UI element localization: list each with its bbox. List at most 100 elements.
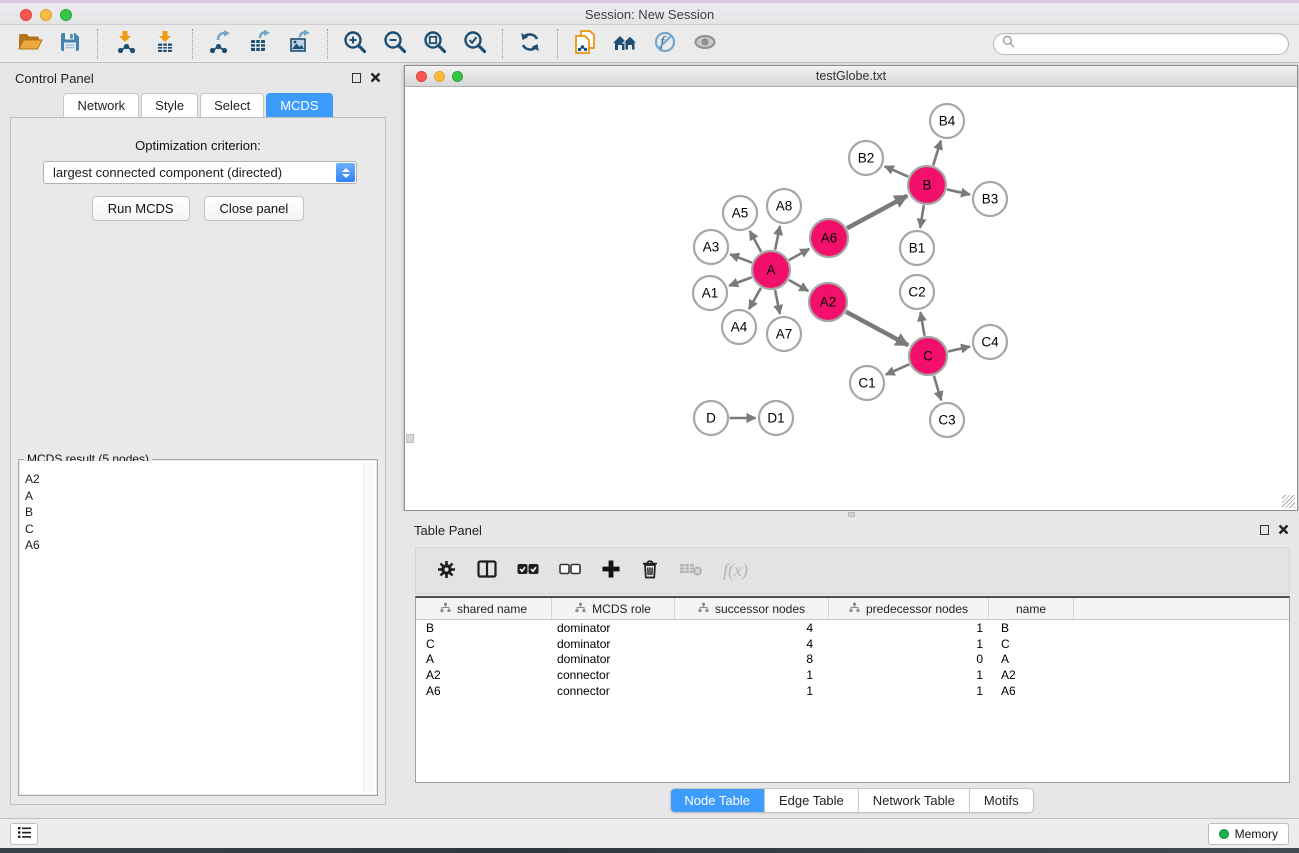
hide-details-button[interactable]: f (645, 27, 685, 61)
mcds-result-item[interactable]: A2 (20, 471, 376, 488)
network-window-titlebar[interactable]: testGlobe.txt (405, 66, 1297, 87)
mcds-result-item[interactable]: B (20, 504, 376, 521)
graph-edge-A-A2[interactable] (789, 280, 809, 291)
canvas-scroll-thumb[interactable] (406, 434, 414, 443)
column-header-predecessor-nodes[interactable]: predecessor nodes (829, 598, 989, 619)
window-resize-grip[interactable] (1282, 495, 1295, 508)
save-session-button[interactable] (50, 27, 90, 61)
graph-edge-A-A4[interactable] (749, 288, 761, 309)
network-zoom-button[interactable] (452, 71, 463, 82)
column-header-MCDS-role[interactable]: MCDS role (552, 598, 675, 619)
home-button[interactable] (605, 27, 645, 61)
graph-edge-A2-C[interactable] (846, 312, 908, 346)
graph-node-A7[interactable]: A7 (767, 317, 801, 351)
graph-node-B4[interactable]: B4 (930, 104, 964, 138)
float-panel-icon[interactable] (352, 73, 361, 83)
close-panel-icon[interactable] (370, 71, 381, 86)
import-network-button[interactable] (105, 27, 145, 61)
table-cell[interactable]: A (989, 652, 1074, 666)
delete-table-button[interactable] (679, 556, 703, 586)
tab-edge-table[interactable]: Edge Table (765, 789, 859, 812)
table-cell[interactable]: connector (552, 684, 675, 698)
search-input[interactable] (1019, 37, 1280, 51)
close-table-panel-icon[interactable] (1278, 523, 1289, 538)
table-row[interactable]: A2connector11A2 (416, 667, 1289, 683)
table-cell[interactable]: 8 (675, 652, 829, 666)
table-cell[interactable]: 1 (675, 668, 829, 682)
table-cell[interactable]: dominator (552, 637, 675, 651)
graph-edge-A-A7[interactable] (775, 290, 780, 314)
mcds-result-item[interactable]: A (20, 488, 376, 505)
table-cell[interactable]: dominator (552, 621, 675, 635)
fx-icon[interactable]: f(x) (723, 560, 748, 581)
tab-node-table[interactable]: Node Table (670, 789, 765, 812)
mcds-result-item[interactable]: C (20, 521, 376, 538)
graph-node-C4[interactable]: C4 (973, 325, 1007, 359)
graph-node-A1[interactable]: A1 (693, 276, 727, 310)
zoom-fit-button[interactable] (415, 27, 455, 61)
table-cell[interactable]: A6 (416, 684, 552, 698)
table-row[interactable]: Bdominator41B (416, 620, 1289, 636)
table-cell[interactable]: 1 (829, 621, 989, 635)
table-cell[interactable]: 4 (675, 637, 829, 651)
table-settings-button[interactable] (436, 556, 457, 586)
table-cell[interactable]: 0 (829, 652, 989, 666)
graph-node-A8[interactable]: A8 (767, 189, 801, 223)
graph-node-C3[interactable]: C3 (930, 403, 964, 437)
memory-button[interactable]: Memory (1208, 823, 1289, 845)
tab-select[interactable]: Select (200, 93, 264, 117)
graph-node-A4[interactable]: A4 (722, 310, 756, 344)
tab-network[interactable]: Network (63, 93, 139, 117)
splitter-handle[interactable] (848, 512, 855, 517)
graph-node-A6[interactable]: A6 (810, 219, 848, 257)
tab-network-table[interactable]: Network Table (859, 789, 970, 812)
import-table-button[interactable] (145, 27, 185, 61)
column-header-shared-name[interactable]: shared name (416, 598, 552, 619)
unselect-all-columns-button[interactable] (559, 556, 581, 586)
graph-edge-A-A3[interactable] (730, 254, 752, 262)
select-all-columns-button[interactable] (517, 556, 539, 586)
zoom-out-button[interactable] (375, 27, 415, 61)
graph-edge-B-B4[interactable] (933, 141, 941, 166)
task-history-button[interactable] (10, 823, 38, 845)
zoom-window-button[interactable] (60, 9, 72, 21)
table-cell[interactable]: dominator (552, 652, 675, 666)
graph-node-D[interactable]: D (694, 401, 728, 435)
table-row[interactable]: Cdominator41C (416, 636, 1289, 652)
duplicate-network-button[interactable] (565, 27, 605, 61)
graph-edge-A-A8[interactable] (775, 226, 780, 250)
export-image-button[interactable] (280, 27, 320, 61)
export-table-button[interactable] (240, 27, 280, 61)
graph-edge-A-A5[interactable] (750, 231, 761, 252)
minimize-window-button[interactable] (40, 9, 52, 21)
table-cell[interactable]: B (989, 621, 1074, 635)
criterion-select[interactable]: largest connected component (directed) (43, 161, 357, 184)
graph-edge-A-A6[interactable] (789, 249, 809, 260)
table-cell[interactable]: B (416, 621, 552, 635)
table-cell[interactable]: A2 (416, 668, 552, 682)
tab-style[interactable]: Style (141, 93, 198, 117)
network-close-button[interactable] (416, 71, 427, 82)
result-scrollbar[interactable] (363, 462, 375, 793)
column-header-successor-nodes[interactable]: successor nodes (675, 598, 829, 619)
horizontal-splitter[interactable] (404, 511, 1298, 518)
graph-node-A5[interactable]: A5 (723, 196, 757, 230)
graph-node-A2[interactable]: A2 (809, 283, 847, 321)
graph-node-A3[interactable]: A3 (694, 230, 728, 264)
table-row[interactable]: A6connector11A6 (416, 683, 1289, 699)
graph-edge-C-C2[interactable] (920, 312, 924, 336)
graph-node-A[interactable]: A (752, 251, 790, 289)
graph-edge-B-B3[interactable] (947, 189, 970, 194)
graph-edge-B-B2[interactable] (885, 166, 909, 176)
graph-node-B[interactable]: B (908, 166, 946, 204)
network-canvas[interactable]: AA1A2A3A4A5A6A7A8BB1B2B3B4CC1C2C3C4DD1 (405, 88, 1297, 510)
table-cell[interactable]: 4 (675, 621, 829, 635)
split-columns-button[interactable] (477, 556, 497, 586)
add-column-button[interactable] (601, 556, 621, 586)
close-window-button[interactable] (20, 9, 32, 21)
graph-node-B1[interactable]: B1 (900, 231, 934, 265)
graph-edge-A-A1[interactable] (729, 277, 752, 286)
table-cell[interactable]: A (416, 652, 552, 666)
column-header-name[interactable]: name (989, 598, 1074, 619)
graph-edge-A6-B[interactable] (847, 196, 907, 229)
